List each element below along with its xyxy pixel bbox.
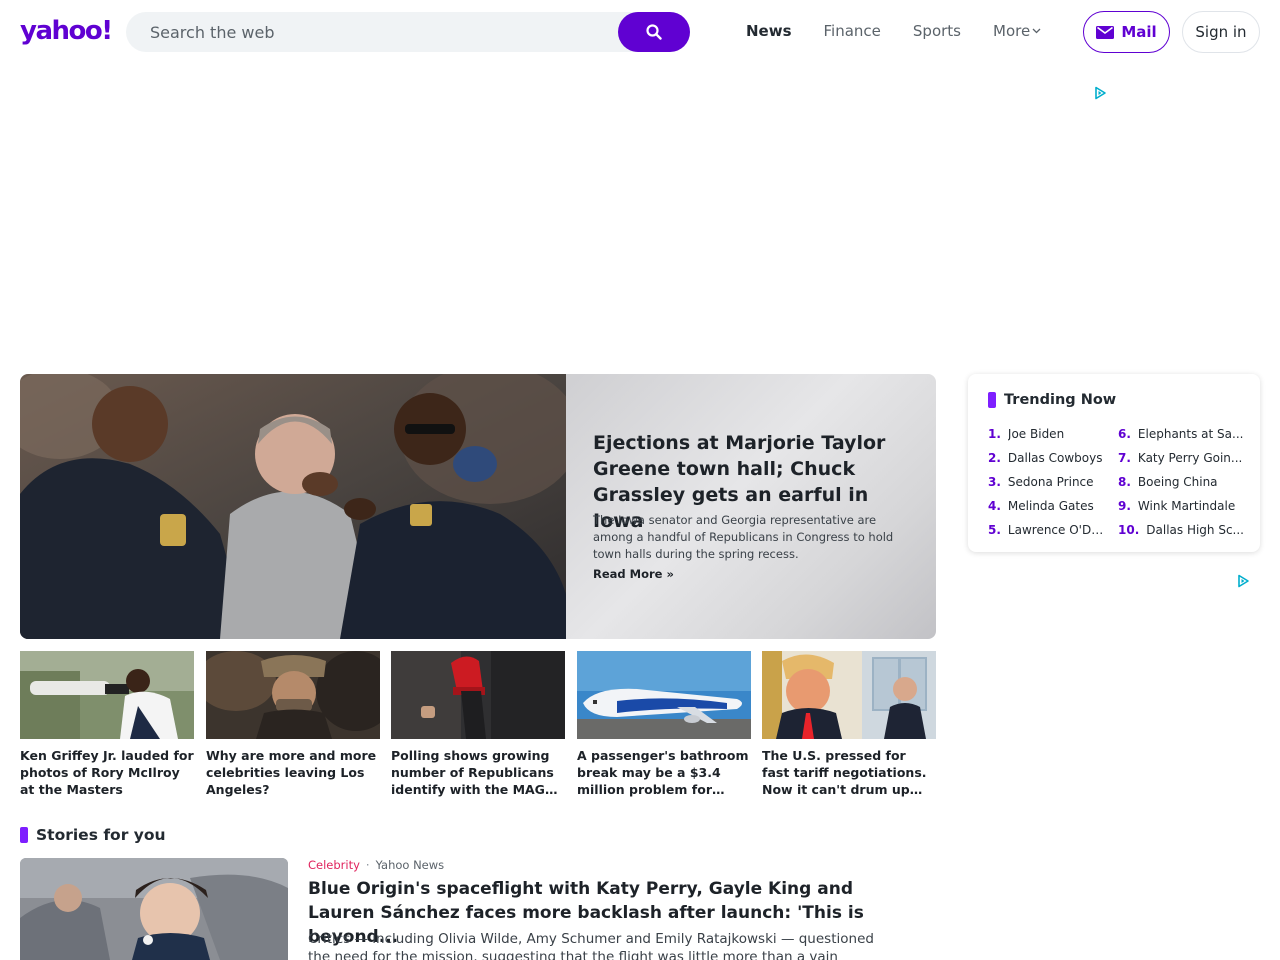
trending-term: Wink Martindale [1137, 499, 1236, 513]
trending-title: Trending Now [1004, 392, 1117, 408]
trending-term: Boeing China [1137, 475, 1218, 489]
meta-separator: · [365, 858, 370, 872]
adchoices-icon[interactable] [1093, 86, 1107, 100]
thumbnail-image [391, 651, 565, 739]
thumbnail-title[interactable]: A passenger's bathroom break may be a $3… [577, 747, 751, 798]
trending-item[interactable]: 7. Katy Perry Goin... [1118, 446, 1244, 470]
trending-item[interactable]: 9. Wink Martindale [1118, 494, 1244, 518]
section-marker [20, 827, 28, 843]
story-meta: Celebrity · Yahoo News [308, 858, 444, 872]
nav-more-label: More [993, 22, 1031, 40]
trending-header: Trending Now [988, 392, 1116, 408]
thumbnail-story[interactable]: Why are more and more celebrities leavin… [206, 651, 380, 798]
thumbnail-title[interactable]: Ken Griffey Jr. lauded for photos of Ror… [20, 747, 194, 798]
trending-column-left: 1. Joe Biden 2. Dallas Cowboys 3. Sedona Pr… [988, 422, 1106, 542]
trending-term: Elephants at Sa... [1137, 427, 1244, 441]
thumbnail-title[interactable]: Polling shows growing number of Republic… [391, 747, 565, 798]
hero-story[interactable]: Ejections at Marjorie Taylor Greene town… [20, 374, 936, 639]
nav-sports[interactable]: Sports [913, 20, 961, 42]
trending-item[interactable]: 2. Dallas Cowboys [988, 446, 1106, 470]
nav-news[interactable]: News [746, 20, 792, 42]
thumbnail-story[interactable]: Polling shows growing number of Republic… [391, 651, 565, 798]
trending-term: Joe Biden [1007, 427, 1065, 441]
trending-column-right: 6. Elephants at Sa... 7. Katy Perry Goin..… [1118, 422, 1244, 542]
trending-rank: 1. [988, 427, 1001, 441]
story-source: Yahoo News [375, 858, 445, 872]
mail-label: Mail [1121, 23, 1157, 41]
hero-description: The Iowa senator and Georgia representat… [593, 513, 894, 561]
stories-header: Stories for you [20, 826, 166, 844]
thumbnail-image [762, 651, 936, 739]
story-image[interactable] [20, 858, 288, 960]
search-button[interactable] [618, 12, 690, 52]
trending-term: Katy Perry Goin... [1137, 451, 1243, 465]
trending-rank: 5. [988, 523, 1001, 537]
stories-title: Stories for you [36, 826, 166, 844]
story-category[interactable]: Celebrity [308, 858, 360, 872]
thumbnail-image [577, 651, 751, 739]
sign-in-button[interactable]: Sign in [1182, 11, 1260, 53]
read-more-link[interactable]: Read More » [593, 567, 674, 581]
trending-item[interactable]: 8. Boeing China [1118, 470, 1244, 494]
trending-rank: 4. [988, 499, 1001, 513]
trending-item[interactable]: 4. Melinda Gates [988, 494, 1106, 518]
top-nav: News Finance Sports More [746, 20, 1041, 42]
thumbnail-image [20, 651, 194, 739]
trending-item[interactable]: 1. Joe Biden [988, 422, 1106, 446]
thumbnail-story[interactable]: The U.S. pressed for fast tariff negotia… [762, 651, 936, 798]
trending-term: Lawrence O'Do... [1007, 523, 1106, 537]
trending-now-panel: Trending Now 1. Joe Biden 2. Dallas Cowboy… [968, 374, 1260, 552]
chevron-down-icon [1032, 28, 1041, 34]
thumbnail-story[interactable]: A passenger's bathroom break may be a $3… [577, 651, 751, 798]
yahoo-logo[interactable]: yahoo! [20, 14, 113, 48]
search-input[interactable] [150, 12, 610, 52]
hero-text-panel: Ejections at Marjorie Taylor Greene town… [566, 374, 936, 639]
trending-rank: 8. [1118, 475, 1131, 489]
trending-item[interactable]: 5. Lawrence O'Do... [988, 518, 1106, 542]
trending-term: Dallas Cowboys [1007, 451, 1103, 465]
trending-rank: 10. [1118, 523, 1140, 537]
trending-item[interactable]: 6. Elephants at Sa... [1118, 422, 1244, 446]
trending-rank: 6. [1118, 427, 1131, 441]
trending-rank: 2. [988, 451, 1001, 465]
mail-icon [1096, 25, 1115, 39]
trending-rank: 9. [1118, 499, 1131, 513]
nav-more[interactable]: More [993, 20, 1041, 42]
trending-rank: 7. [1118, 451, 1131, 465]
nav-finance[interactable]: Finance [824, 20, 881, 42]
mail-button[interactable]: Mail [1083, 11, 1170, 53]
hero-image [20, 374, 566, 639]
trending-term: Melinda Gates [1007, 499, 1094, 513]
adchoices-icon[interactable] [1236, 574, 1250, 588]
thumbnail-title[interactable]: Why are more and more celebrities leavin… [206, 747, 380, 798]
trending-item[interactable]: 10. Dallas High Sc... [1118, 518, 1244, 542]
trending-term: Sedona Prince [1007, 475, 1094, 489]
story-description: Critics — including Olivia Wilde, Amy Sc… [308, 931, 874, 960]
trending-rank: 3. [988, 475, 1001, 489]
thumbnail-story[interactable]: Ken Griffey Jr. lauded for photos of Ror… [20, 651, 194, 798]
search-icon [646, 24, 662, 40]
top-header: yahoo! News Finance Sports More Mail Sig… [0, 0, 1280, 64]
thumbnail-title[interactable]: The U.S. pressed for fast tariff negotia… [762, 747, 936, 798]
section-marker [988, 392, 996, 408]
search-bar[interactable] [126, 12, 690, 52]
thumbnail-image [206, 651, 380, 739]
trending-item[interactable]: 3. Sedona Prince [988, 470, 1106, 494]
trending-term: Dallas High Sc... [1146, 523, 1244, 537]
